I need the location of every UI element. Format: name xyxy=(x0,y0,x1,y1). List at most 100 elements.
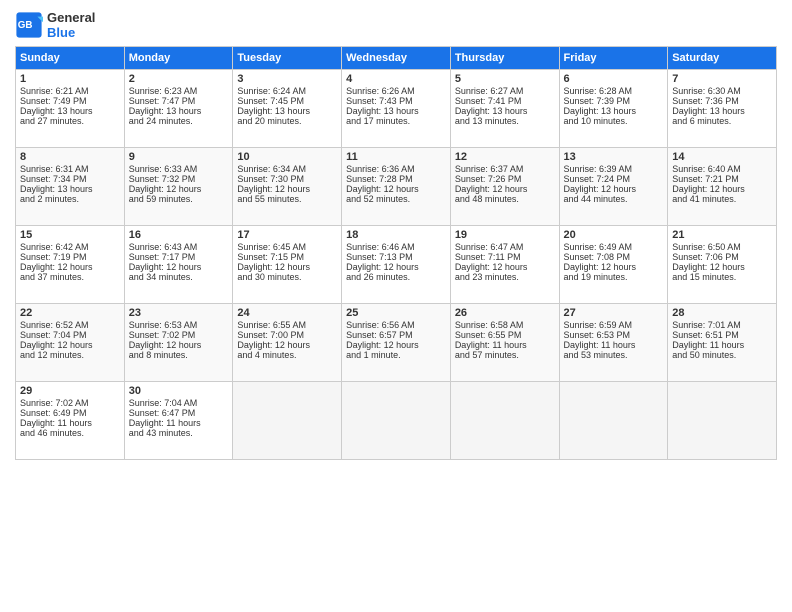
day-number: 16 xyxy=(129,229,229,241)
day-number: 13 xyxy=(564,151,664,163)
day-info-line: and 59 minutes. xyxy=(129,194,229,204)
day-number: 12 xyxy=(455,151,555,163)
day-info-line: and 48 minutes. xyxy=(455,194,555,204)
col-header-tuesday: Tuesday xyxy=(233,47,342,70)
calendar-cell: 5Sunrise: 6:27 AMSunset: 7:41 PMDaylight… xyxy=(450,70,559,148)
day-info-line: Sunset: 6:55 PM xyxy=(455,330,555,340)
day-number: 9 xyxy=(129,151,229,163)
day-number: 3 xyxy=(237,73,337,85)
col-header-monday: Monday xyxy=(124,47,233,70)
day-info-line: Sunset: 7:11 PM xyxy=(455,252,555,262)
day-info-line: Sunrise: 6:39 AM xyxy=(564,164,664,174)
week-row-4: 22Sunrise: 6:52 AMSunset: 7:04 PMDayligh… xyxy=(16,304,777,382)
day-info-line: Sunrise: 6:21 AM xyxy=(20,86,120,96)
day-info-line: Sunrise: 6:40 AM xyxy=(672,164,772,174)
day-info-line: Daylight: 11 hours xyxy=(455,340,555,350)
day-info-line: Daylight: 12 hours xyxy=(237,340,337,350)
day-info-line: Sunrise: 6:27 AM xyxy=(455,86,555,96)
day-info-line: Daylight: 12 hours xyxy=(346,184,446,194)
day-info-line: and 46 minutes. xyxy=(20,428,120,438)
calendar-cell xyxy=(559,382,668,460)
day-number: 11 xyxy=(346,151,446,163)
day-info-line: Sunset: 7:02 PM xyxy=(129,330,229,340)
day-number: 7 xyxy=(672,73,772,85)
week-row-1: 1Sunrise: 6:21 AMSunset: 7:49 PM Daylight… xyxy=(16,70,777,148)
day-info-line: Daylight: 12 hours xyxy=(20,262,120,272)
day-info-line: Daylight: 13 hours xyxy=(564,106,664,116)
day-info-line: Daylight: 13 hours xyxy=(346,106,446,116)
day-info-line: Sunset: 7:45 PM xyxy=(237,96,337,106)
calendar-cell: 3Sunrise: 6:24 AMSunset: 7:45 PMDaylight… xyxy=(233,70,342,148)
day-info-line: Daylight: 13 hours xyxy=(20,184,120,194)
col-header-thursday: Thursday xyxy=(450,47,559,70)
day-info-line: Sunset: 7:43 PM xyxy=(346,96,446,106)
calendar-cell: 9Sunrise: 6:33 AMSunset: 7:32 PMDaylight… xyxy=(124,148,233,226)
day-number: 20 xyxy=(564,229,664,241)
day-info-line: Sunset: 7:26 PM xyxy=(455,174,555,184)
day-info-line: Sunrise: 6:24 AM xyxy=(237,86,337,96)
day-info-line: Sunset: 7:30 PM xyxy=(237,174,337,184)
day-info-line: Daylight: 12 hours xyxy=(564,262,664,272)
day-info-line: Daylight: 11 hours xyxy=(564,340,664,350)
day-number: 17 xyxy=(237,229,337,241)
day-info-line: Sunrise: 6:37 AM xyxy=(455,164,555,174)
day-info-line: Sunset: 6:51 PM xyxy=(672,330,772,340)
day-info-line: and 50 minutes. xyxy=(672,350,772,360)
week-row-5: 29Sunrise: 7:02 AMSunset: 6:49 PMDayligh… xyxy=(16,382,777,460)
day-info-line: and 1 minute. xyxy=(346,350,446,360)
day-number: 5 xyxy=(455,73,555,85)
day-info-line: Daylight: 11 hours xyxy=(672,340,772,350)
calendar-cell: 22Sunrise: 6:52 AMSunset: 7:04 PMDayligh… xyxy=(16,304,125,382)
day-info-line: Sunset: 7:49 PM xyxy=(20,96,120,106)
day-info-line: Daylight: 13 hours xyxy=(672,106,772,116)
day-info-line: Sunset: 7:47 PM xyxy=(129,96,229,106)
day-info-line: and 17 minutes. xyxy=(346,116,446,126)
day-info-line: Daylight: 12 hours xyxy=(346,262,446,272)
calendar-cell: 21Sunrise: 6:50 AMSunset: 7:06 PMDayligh… xyxy=(668,226,777,304)
day-info-line: Sunrise: 6:52 AM xyxy=(20,320,120,330)
day-info-line: and 30 minutes. xyxy=(237,272,337,282)
day-info-line: and 34 minutes. xyxy=(129,272,229,282)
day-info-line: and 13 minutes. xyxy=(455,116,555,126)
day-info-line: Sunrise: 7:01 AM xyxy=(672,320,772,330)
day-info-line: Daylight: 12 hours xyxy=(20,340,120,350)
day-info-line: Daylight: 13 hours xyxy=(129,106,229,116)
day-info-line: Daylight: 12 hours xyxy=(237,262,337,272)
day-info-line: Sunset: 7:15 PM xyxy=(237,252,337,262)
day-info-line: Sunrise: 6:23 AM xyxy=(129,86,229,96)
day-number: 6 xyxy=(564,73,664,85)
day-info-line: Sunrise: 6:46 AM xyxy=(346,242,446,252)
day-info-line: and 55 minutes. xyxy=(237,194,337,204)
day-info-line: Sunrise: 6:36 AM xyxy=(346,164,446,174)
calendar-cell xyxy=(450,382,559,460)
day-info-line: Daylight: 11 hours xyxy=(129,418,229,428)
day-info-line: Sunrise: 6:31 AM xyxy=(20,164,120,174)
logo-icon: GB xyxy=(15,11,43,39)
day-info-line: Sunset: 7:34 PM xyxy=(20,174,120,184)
calendar-table: SundayMondayTuesdayWednesdayThursdayFrid… xyxy=(15,46,777,460)
day-number: 25 xyxy=(346,307,446,319)
day-info-line: Sunset: 6:57 PM xyxy=(346,330,446,340)
day-number: 29 xyxy=(20,385,120,397)
day-info-line: Sunrise: 6:58 AM xyxy=(455,320,555,330)
day-info-line: Sunset: 7:06 PM xyxy=(672,252,772,262)
day-info-line: and 26 minutes. xyxy=(346,272,446,282)
day-info-line: Sunset: 7:41 PM xyxy=(455,96,555,106)
calendar-cell: 6Sunrise: 6:28 AMSunset: 7:39 PMDaylight… xyxy=(559,70,668,148)
calendar-cell: 8Sunrise: 6:31 AMSunset: 7:34 PMDaylight… xyxy=(16,148,125,226)
day-info-line: Daylight: 12 hours xyxy=(455,184,555,194)
day-info-line: Daylight: 13 hours xyxy=(237,106,337,116)
day-info-line: Daylight: 12 hours xyxy=(672,184,772,194)
day-number: 1 xyxy=(20,73,120,85)
calendar-cell: 30Sunrise: 7:04 AMSunset: 6:47 PMDayligh… xyxy=(124,382,233,460)
day-number: 15 xyxy=(20,229,120,241)
calendar-cell: 11Sunrise: 6:36 AMSunset: 7:28 PMDayligh… xyxy=(342,148,451,226)
day-info-line: and 19 minutes. xyxy=(564,272,664,282)
day-info-line: Sunset: 7:36 PM xyxy=(672,96,772,106)
day-info-line: Daylight: 12 hours xyxy=(455,262,555,272)
day-info-line: Sunset: 7:13 PM xyxy=(346,252,446,262)
day-info-line: and 10 minutes. xyxy=(564,116,664,126)
logo-general: General xyxy=(47,10,95,25)
day-info-line: Sunset: 7:24 PM xyxy=(564,174,664,184)
calendar-body: 1Sunrise: 6:21 AMSunset: 7:49 PM Daylight… xyxy=(16,70,777,460)
